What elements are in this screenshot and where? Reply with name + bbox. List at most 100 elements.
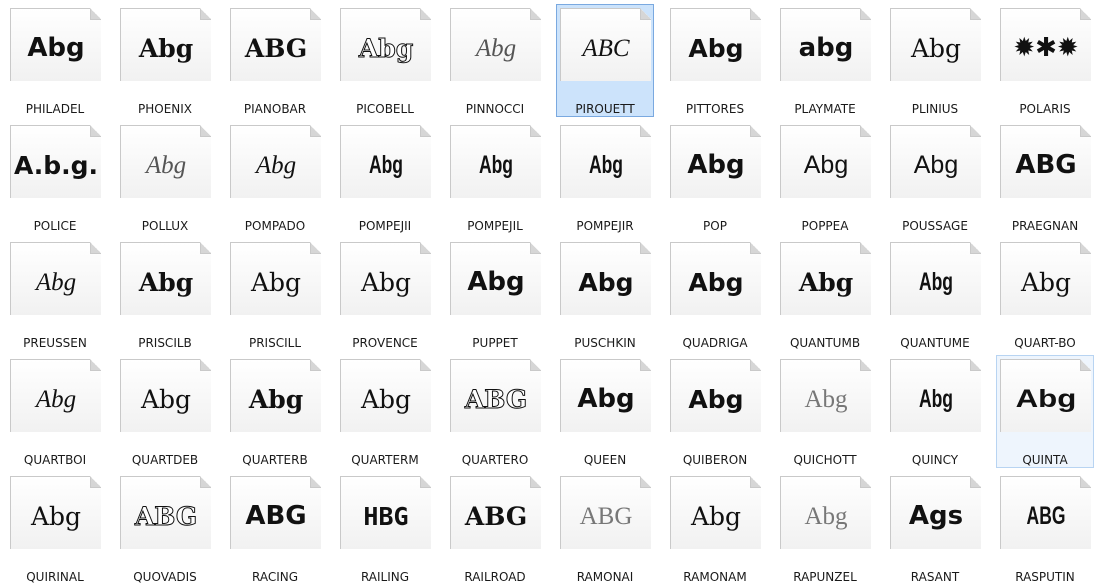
font-file-name: QUOVADIS [133, 570, 197, 584]
font-preview: Abg [690, 501, 742, 531]
page-fold-icon [530, 9, 541, 20]
font-file-item[interactable]: Abg QUANTUMB [776, 238, 874, 351]
font-preview: ABC [582, 34, 630, 62]
font-preview: ABG [244, 33, 308, 63]
font-file-name: POPPEA [801, 219, 849, 233]
font-file-name: QUINTA [1022, 453, 1068, 467]
font-file-item[interactable]: Abg PHOENIX [116, 4, 214, 117]
font-file-icon: Abg [120, 125, 211, 198]
font-file-name: PUPPET [472, 336, 518, 350]
page-fold-icon [420, 243, 431, 254]
page-fold-icon [1080, 477, 1091, 488]
font-file-icon: ABG [1000, 476, 1091, 549]
font-file-item[interactable]: Abg QUINCY [886, 355, 984, 468]
font-file-item[interactable]: Abg POLLUX [116, 121, 214, 234]
font-preview: Abg [248, 384, 304, 414]
font-file-item[interactable]: Abg PICOBELL [336, 4, 434, 117]
font-file-icon: Abg [890, 359, 981, 432]
page-fold-icon [1080, 243, 1091, 254]
font-file-item[interactable]: Abg PUSCHKIN [556, 238, 654, 351]
font-file-item[interactable]: Abg QUEEN [556, 355, 654, 468]
font-file-item[interactable]: Abg POUSSAGE [886, 121, 984, 234]
font-file-icon: ABG [1000, 125, 1091, 198]
font-file-icon: Abg [230, 359, 321, 432]
font-file-item[interactable]: Abg POPPEA [776, 121, 874, 234]
font-file-icon: abg [780, 8, 871, 81]
font-file-item[interactable]: Abg POMPEJII [336, 121, 434, 234]
font-file-item[interactable]: Abg PREUSSEN [6, 238, 104, 351]
font-file-item[interactable]: Abg PHILADEL [6, 4, 104, 117]
font-file-item[interactable]: Abg PLINIUS [886, 4, 984, 117]
font-file-item[interactable]: ABC PIROUETT [556, 4, 654, 117]
font-preview: HBG [363, 501, 409, 531]
font-file-item[interactable]: Abg POMPADO [226, 121, 324, 234]
font-file-item[interactable]: Abg RAPUNZEL [776, 472, 874, 585]
font-preview: Abg [578, 267, 634, 297]
font-file-item[interactable]: Abg PRISCILL [226, 238, 324, 351]
font-preview: Abg [35, 385, 77, 413]
font-file-item[interactable]: ✹✱✹ POLARIS [996, 4, 1094, 117]
font-file-item[interactable]: ABG RAMONAI [556, 472, 654, 585]
font-file-name: QUARTBOI [23, 453, 87, 467]
font-preview: Abg [138, 267, 194, 297]
font-file-item[interactable]: Abg QUIBERON [666, 355, 764, 468]
font-file-item[interactable]: Abg POMPEJIR [556, 121, 654, 234]
font-file-item[interactable]: Abg QUINTA [996, 355, 1094, 468]
font-file-icon: Abg [890, 8, 981, 81]
font-file-name: QUEEN [583, 453, 627, 467]
font-preview: Ags [908, 501, 964, 531]
font-file-item[interactable]: ABG RASPUTIN [996, 472, 1094, 585]
font-file-item[interactable]: Abg PROVENCE [336, 238, 434, 351]
font-file-item[interactable]: ABG QUARTERO [446, 355, 544, 468]
font-file-icon: Abg [120, 8, 211, 81]
font-file-item[interactable]: Abg POMPEJIL [446, 121, 544, 234]
font-file-item[interactable]: A.b.g. POLICE [6, 121, 104, 234]
font-file-name: POMPEJII [358, 219, 412, 233]
font-file-item[interactable]: Abg QUART-BO [996, 238, 1094, 351]
font-file-item[interactable]: ABG PRAEGNAN [996, 121, 1094, 234]
font-file-icon: Abg [340, 242, 431, 315]
font-file-item[interactable]: HBG RAILING [336, 472, 434, 585]
font-file-icon: HBG [340, 476, 431, 549]
font-file-item[interactable]: Abg POP [666, 121, 764, 234]
font-file-item[interactable]: Abg PINNOCCI [446, 4, 544, 117]
font-preview: Abg [804, 502, 848, 530]
font-file-item[interactable]: Abg QUADRIGA [666, 238, 764, 351]
font-file-item[interactable]: Abg QUARTERB [226, 355, 324, 468]
font-file-item[interactable]: ABG RAILROAD [446, 472, 544, 585]
font-preview: ABG [579, 502, 633, 530]
font-preview: abg [798, 33, 854, 63]
font-file-name: PHOENIX [137, 102, 193, 116]
page-fold-icon [970, 243, 981, 254]
font-file-item[interactable]: Abg QUANTUME [886, 238, 984, 351]
page-fold-icon [860, 9, 871, 20]
font-preview: ABG [464, 384, 528, 414]
font-file-icon: Abg [120, 242, 211, 315]
font-file-item[interactable]: ABG RACING [226, 472, 324, 585]
font-file-name: POLARIS [1019, 102, 1071, 116]
font-file-item[interactable]: ABG QUOVADIS [116, 472, 214, 585]
font-file-item[interactable]: abg PLAYMATE [776, 4, 874, 117]
font-file-item[interactable]: Abg QUARTDEB [116, 355, 214, 468]
font-preview: Abg [918, 267, 954, 296]
font-file-item[interactable]: ABG PIANOBAR [226, 4, 324, 117]
font-file-item[interactable]: Abg PRISCILB [116, 238, 214, 351]
font-file-item[interactable]: Abg PITTORES [666, 4, 764, 117]
font-file-item[interactable]: Abg QUARTERM [336, 355, 434, 468]
font-preview: Abg [798, 267, 854, 297]
font-file-name: QUANTUME [900, 336, 970, 350]
font-file-item[interactable]: Ags RASANT [886, 472, 984, 585]
font-file-item[interactable]: Abg RAMONAM [666, 472, 764, 585]
font-preview: Abg [478, 150, 514, 179]
font-file-item[interactable]: Abg QUICHOTT [776, 355, 874, 468]
font-file-icon: ABG [120, 476, 211, 549]
page-fold-icon [200, 9, 211, 20]
font-file-item[interactable]: Abg QUIRINAL [6, 472, 104, 585]
font-file-name: RAMONAI [576, 570, 634, 584]
font-file-item[interactable]: Abg QUARTBOI [6, 355, 104, 468]
font-file-item[interactable]: Abg PUPPET [446, 238, 544, 351]
font-file-name: RACING [251, 570, 299, 584]
font-preview: ABG [1015, 150, 1077, 180]
page-fold-icon [90, 243, 101, 254]
font-preview: Abg [35, 268, 77, 296]
